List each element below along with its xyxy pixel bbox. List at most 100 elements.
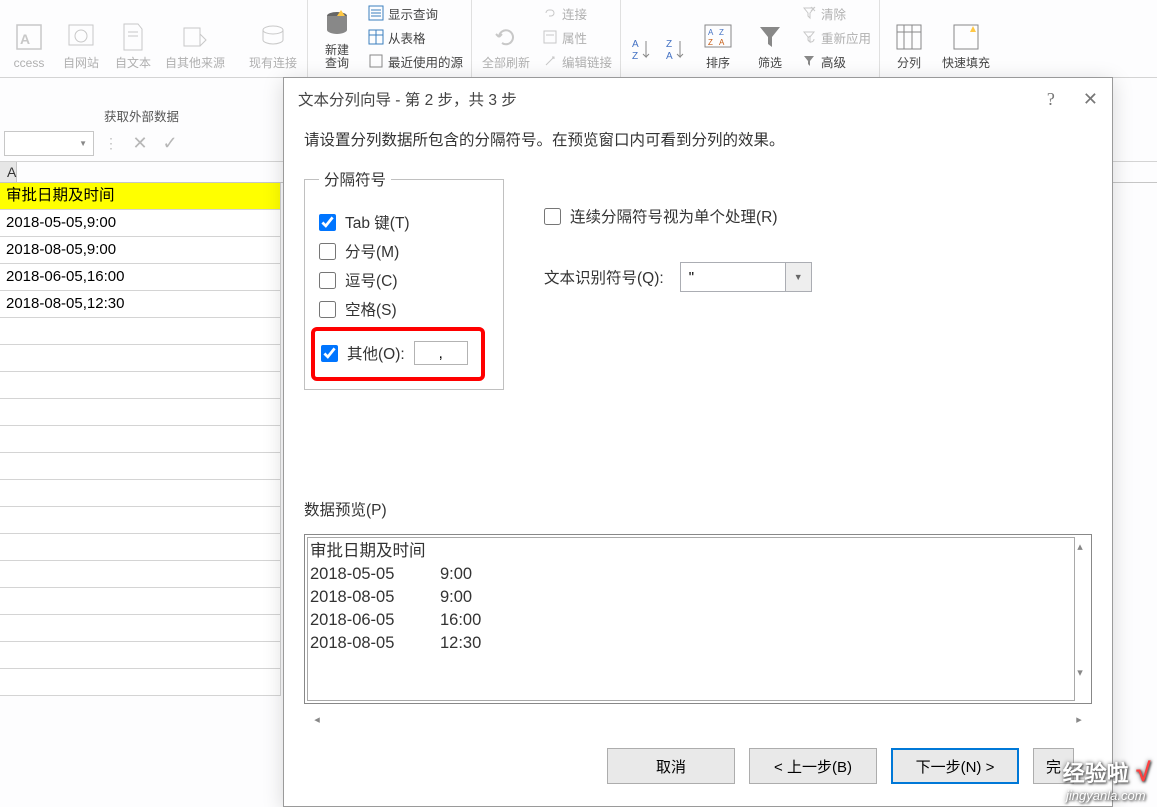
delimiters-legend: 分隔符号 (319, 168, 391, 190)
close-button[interactable]: ✕ (1083, 89, 1098, 110)
flash-fill-button[interactable]: 快速填充 (936, 0, 996, 72)
chevron-down-icon[interactable]: ▼ (785, 263, 811, 291)
filter-button[interactable]: 筛选 (745, 0, 795, 72)
svg-text:A: A (719, 38, 725, 47)
qualifier-input[interactable] (681, 263, 785, 291)
text-qualifier-row: 文本识别符号(Q): ▼ (544, 262, 812, 292)
from-text-button[interactable]: 自文本 (108, 0, 158, 72)
other-delimiter-input[interactable] (414, 341, 468, 365)
select-all-corner[interactable] (0, 162, 7, 182)
column-header-A[interactable]: A (7, 162, 17, 182)
cell-empty[interactable] (0, 453, 281, 480)
space-checkbox-row[interactable]: 空格(S) (319, 298, 485, 320)
semicolon-checkbox[interactable] (319, 243, 336, 260)
cell-empty[interactable] (0, 318, 281, 345)
svg-text:Z: Z (632, 51, 638, 62)
cell-data[interactable]: 2018-05-05,9:00 (0, 210, 281, 237)
cell-empty[interactable] (0, 669, 281, 696)
sort-za-icon: ZA (664, 37, 686, 63)
space-checkbox[interactable] (319, 301, 336, 318)
accept-formula-button[interactable]: ✓ (158, 133, 182, 155)
new-query-button[interactable]: 新建 查询 (312, 0, 362, 72)
scroll-right-icon[interactable]: ▸ (1070, 710, 1088, 728)
from-table-button[interactable]: 从表格 (364, 25, 467, 49)
comma-checkbox-row[interactable]: 逗号(C) (319, 269, 485, 291)
ribbon-group-connections: 全部刷新 连接 属性 编辑链接 (472, 0, 621, 77)
connections-button[interactable]: 连接 (538, 1, 616, 25)
properties-button[interactable]: 属性 (538, 25, 616, 49)
ribbon-group-data-tools: 分列 快速填充 (880, 0, 1000, 77)
ribbon-group-transform: 新建 查询 显示查询 从表格 最近使用的源 (308, 0, 472, 77)
cell-empty[interactable] (0, 480, 281, 507)
consecutive-checkbox[interactable] (544, 208, 561, 225)
chevron-down-icon[interactable]: ▼ (79, 139, 87, 148)
from-other-button[interactable]: 自其他来源 (160, 0, 230, 72)
clear-filter-button[interactable]: 清除 (797, 1, 875, 25)
cancel-formula-button[interactable]: ✕ (128, 133, 152, 155)
access-icon: A (14, 22, 44, 52)
svg-text:Z: Z (666, 39, 672, 50)
recent-sources-button[interactable]: 最近使用的源 (364, 49, 467, 73)
reapply-button[interactable]: 重新应用 (797, 25, 875, 49)
cancel-button[interactable]: 取消 (607, 748, 735, 784)
from-web-button[interactable]: 自网站 (56, 0, 106, 72)
cell-empty[interactable] (0, 615, 281, 642)
cell-data[interactable]: 2018-08-05,9:00 (0, 237, 281, 264)
group-label-external-data: 获取外部数据 (0, 100, 283, 129)
edit-link-icon (542, 53, 558, 69)
horizontal-scrollbar[interactable]: ◂ ▸ (304, 708, 1092, 732)
qualifier-combo[interactable]: ▼ (680, 262, 812, 292)
help-button[interactable]: ? (1047, 89, 1055, 110)
clear-icon (801, 5, 817, 21)
edit-links-button[interactable]: 编辑链接 (538, 49, 616, 73)
cell-empty[interactable] (0, 345, 281, 372)
svg-text:A: A (666, 51, 673, 62)
consecutive-checkbox-row[interactable]: 连续分隔符号视为单个处理(R) (544, 205, 812, 227)
funnel-icon (756, 23, 784, 51)
tab-checkbox[interactable] (319, 214, 336, 231)
link-icon (542, 5, 558, 21)
ribbon-group-sort-filter: AZ ZA AZZA 排序 筛选 清除 重新应用 (621, 0, 880, 77)
comma-checkbox[interactable] (319, 272, 336, 289)
ribbon-group-external-data: A ccess 自网站 自文本 自其他来源 现有连接 (0, 0, 308, 77)
next-button[interactable]: 下一步(N) > (891, 748, 1019, 784)
advanced-icon (801, 53, 817, 69)
web-icon (67, 23, 95, 51)
tab-checkbox-row[interactable]: Tab 键(T) (319, 211, 485, 233)
sort-asc-button[interactable]: AZ (625, 0, 657, 72)
scroll-up-icon[interactable]: ▴ (1071, 537, 1089, 555)
text-to-columns-button[interactable]: 分列 (884, 0, 934, 72)
advanced-filter-button[interactable]: 高级 (797, 49, 875, 73)
preview-box: 审批日期及时间 2018-05-059:00 2018-08-059:00 20… (304, 534, 1092, 704)
cell-empty[interactable] (0, 588, 281, 615)
cell-empty[interactable] (0, 507, 281, 534)
cell-empty[interactable] (0, 534, 281, 561)
list-icon (368, 5, 384, 21)
existing-conn-button[interactable]: 现有连接 (243, 0, 303, 72)
scroll-left-icon[interactable]: ◂ (308, 710, 326, 728)
other-checkbox-row[interactable]: 其他(O): (321, 341, 473, 365)
from-access-button[interactable]: A ccess (4, 0, 54, 72)
back-button[interactable]: < 上一步(B) (749, 748, 877, 784)
cell-empty[interactable] (0, 642, 281, 669)
flash-fill-icon (951, 22, 981, 52)
refresh-all-button[interactable]: 全部刷新 (476, 0, 536, 72)
other-checkbox[interactable] (321, 345, 338, 362)
cell-empty[interactable] (0, 399, 281, 426)
cell-empty[interactable] (0, 372, 281, 399)
connection-icon (258, 22, 288, 52)
sort-button[interactable]: AZZA 排序 (693, 0, 743, 72)
sort-desc-button[interactable]: ZA (659, 0, 691, 72)
cell-data[interactable]: 2018-06-05,16:00 (0, 264, 281, 291)
scroll-down-icon[interactable]: ▾ (1071, 663, 1089, 681)
preview-content: 审批日期及时间 2018-05-059:00 2018-08-059:00 20… (307, 537, 1075, 701)
cell-header[interactable]: 审批日期及时间 (0, 183, 281, 210)
show-queries-button[interactable]: 显示查询 (364, 1, 467, 25)
cell-data[interactable]: 2018-08-05,12:30 (0, 291, 281, 318)
name-box[interactable]: ▼ (4, 131, 94, 156)
semicolon-checkbox-row[interactable]: 分号(M) (319, 240, 485, 262)
cell-empty[interactable] (0, 426, 281, 453)
watermark: 经验啦 √ jingyanla.com (1063, 756, 1149, 803)
refresh-icon (491, 22, 521, 52)
cell-empty[interactable] (0, 561, 281, 588)
